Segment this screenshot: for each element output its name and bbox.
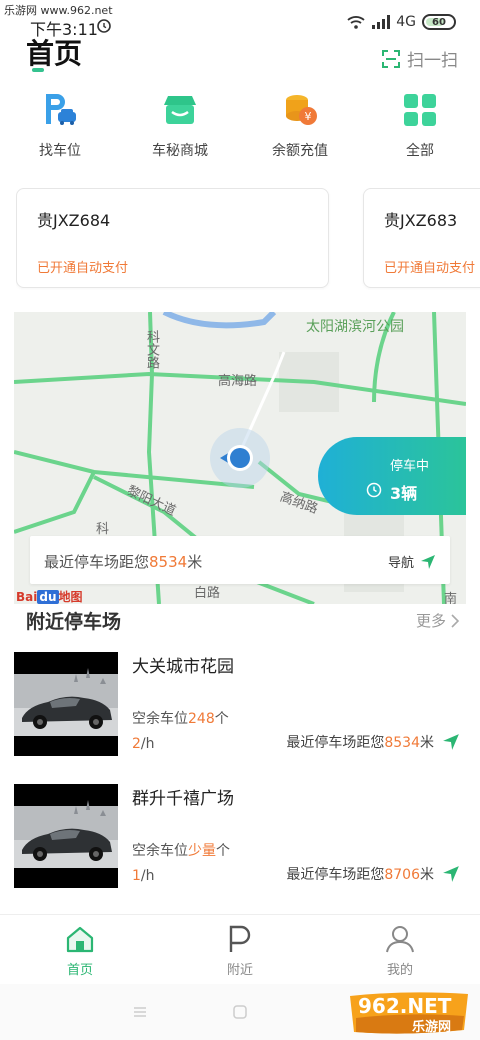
autopay-status: 已开通自动支付 — [37, 261, 129, 276]
site-logo-watermark: 962.NET 乐游网 — [346, 990, 472, 1036]
menu-icon[interactable] — [132, 1004, 148, 1020]
navigate-label: 导航 — [387, 556, 414, 571]
lot-price: 1/h — [132, 868, 155, 884]
coins-icon: ¥ — [286, 95, 317, 125]
navigate-button[interactable]: 导航 — [388, 552, 436, 571]
list-item[interactable]: 大关城市花园 空余车位248个 2/h 最近停车场距您8534米 — [14, 652, 466, 758]
plate-card[interactable]: 贵JXZ684 已开通自动支付 — [16, 188, 329, 288]
bottom-tab-bar: 首页 附近 我的 — [0, 914, 480, 984]
battery-indicator: 60 — [422, 14, 456, 30]
chevron-right-icon — [451, 613, 460, 628]
nearest-parking-bar: 最近停车场距您8534米 导航 — [30, 536, 450, 584]
signal-icon — [372, 15, 391, 29]
plate-card[interactable]: 贵JXZ683 已开通自动支付 — [363, 188, 480, 288]
scan-label: 扫一扫 — [407, 51, 458, 71]
park-label: 太阳湖滨河公园 — [306, 319, 404, 335]
lot-distance[interactable]: 最近停车场距您8706米 — [286, 864, 460, 884]
parking-status-badge[interactable]: 停车中 3辆 — [318, 437, 466, 515]
quick-label: 余额充值 — [272, 143, 328, 159]
more-label: 更多 — [415, 612, 446, 630]
list-item[interactable]: 群升千禧广场 空余车位少量个 1/h 最近停车场距您8706米 — [14, 784, 466, 890]
navigation-arrow-icon — [443, 734, 459, 750]
lot-price: 2/h — [132, 736, 155, 752]
quick-menu: 找车位 车秘商城 ¥ 余额充值 全部 — [0, 92, 480, 162]
home-square-icon[interactable] — [232, 1004, 248, 1020]
quick-label: 找车位 — [39, 143, 81, 159]
tab-label: 附近 — [226, 963, 253, 978]
tab-label: 首页 — [66, 963, 93, 978]
user-icon — [386, 926, 414, 953]
tab-nearby[interactable]: 附近 — [160, 915, 320, 984]
scan-icon — [382, 49, 400, 68]
quick-item-shop[interactable]: 车秘商城 — [120, 92, 240, 162]
tab-profile[interactable]: 我的 — [320, 915, 480, 984]
more-button[interactable]: 更多 — [416, 610, 460, 631]
section-title: 附近停车场 — [26, 611, 122, 633]
scan-button[interactable]: 扫一扫 — [381, 46, 458, 71]
plate-number: 贵JXZ683 — [384, 211, 458, 230]
alarm-icon — [97, 19, 111, 33]
plate-number: 贵JXZ684 — [37, 211, 111, 230]
page-title: 首页 — [26, 37, 83, 70]
nearest-distance-text: 最近停车场距您8534米 — [44, 553, 203, 571]
plate-carousel[interactable]: 贵JXZ684 已开通自动支付 贵JXZ683 已开通自动支付 — [16, 188, 480, 290]
tab-label: 我的 — [386, 963, 413, 978]
title-underline — [32, 68, 44, 72]
navigation-arrow-icon — [421, 554, 435, 569]
parking-status-label: 停车中 — [390, 459, 430, 474]
lot-photo — [14, 784, 118, 888]
clock-icon — [366, 482, 382, 498]
autopay-status: 已开通自动支付 — [384, 261, 476, 276]
lot-name: 大关城市花园 — [132, 657, 234, 677]
quick-item-all[interactable]: 全部 — [360, 92, 480, 162]
road-label: 科 — [96, 522, 110, 537]
parking-p-icon — [229, 925, 251, 952]
parking-count: 3辆 — [390, 484, 418, 503]
quick-item-topup[interactable]: ¥ 余额充值 — [240, 92, 360, 162]
tab-home[interactable]: 首页 — [0, 915, 160, 984]
grid-icon — [404, 94, 436, 126]
shop-icon — [164, 96, 196, 124]
svg-text:¥: ¥ — [305, 110, 312, 123]
lot-name: 群升千禧广场 — [132, 789, 234, 809]
lot-spaces: 空余车位少量个 — [132, 843, 230, 859]
network-type: 4G — [396, 14, 416, 30]
road-label: 南 — [444, 592, 458, 604]
road-label: 白路 — [194, 586, 221, 601]
status-indicators: 4G 60 — [346, 14, 456, 30]
road-label: 科文路 — [144, 330, 159, 369]
lot-distance[interactable]: 最近停车场距您8534米 — [286, 732, 460, 752]
lot-photo — [14, 652, 118, 756]
quick-label: 车秘商城 — [152, 143, 208, 159]
quick-item-find-parking[interactable]: 找车位 — [0, 92, 120, 162]
parking-car-icon — [46, 94, 76, 125]
baidu-map-logo: Bai du 地图 — [16, 590, 83, 604]
wifi-icon — [347, 16, 365, 29]
home-icon — [66, 926, 94, 953]
navigation-arrow-icon — [443, 866, 459, 882]
quick-label: 全部 — [406, 143, 434, 159]
road-label: 高海路 — [218, 374, 258, 389]
lot-spaces: 空余车位248个 — [132, 711, 229, 727]
